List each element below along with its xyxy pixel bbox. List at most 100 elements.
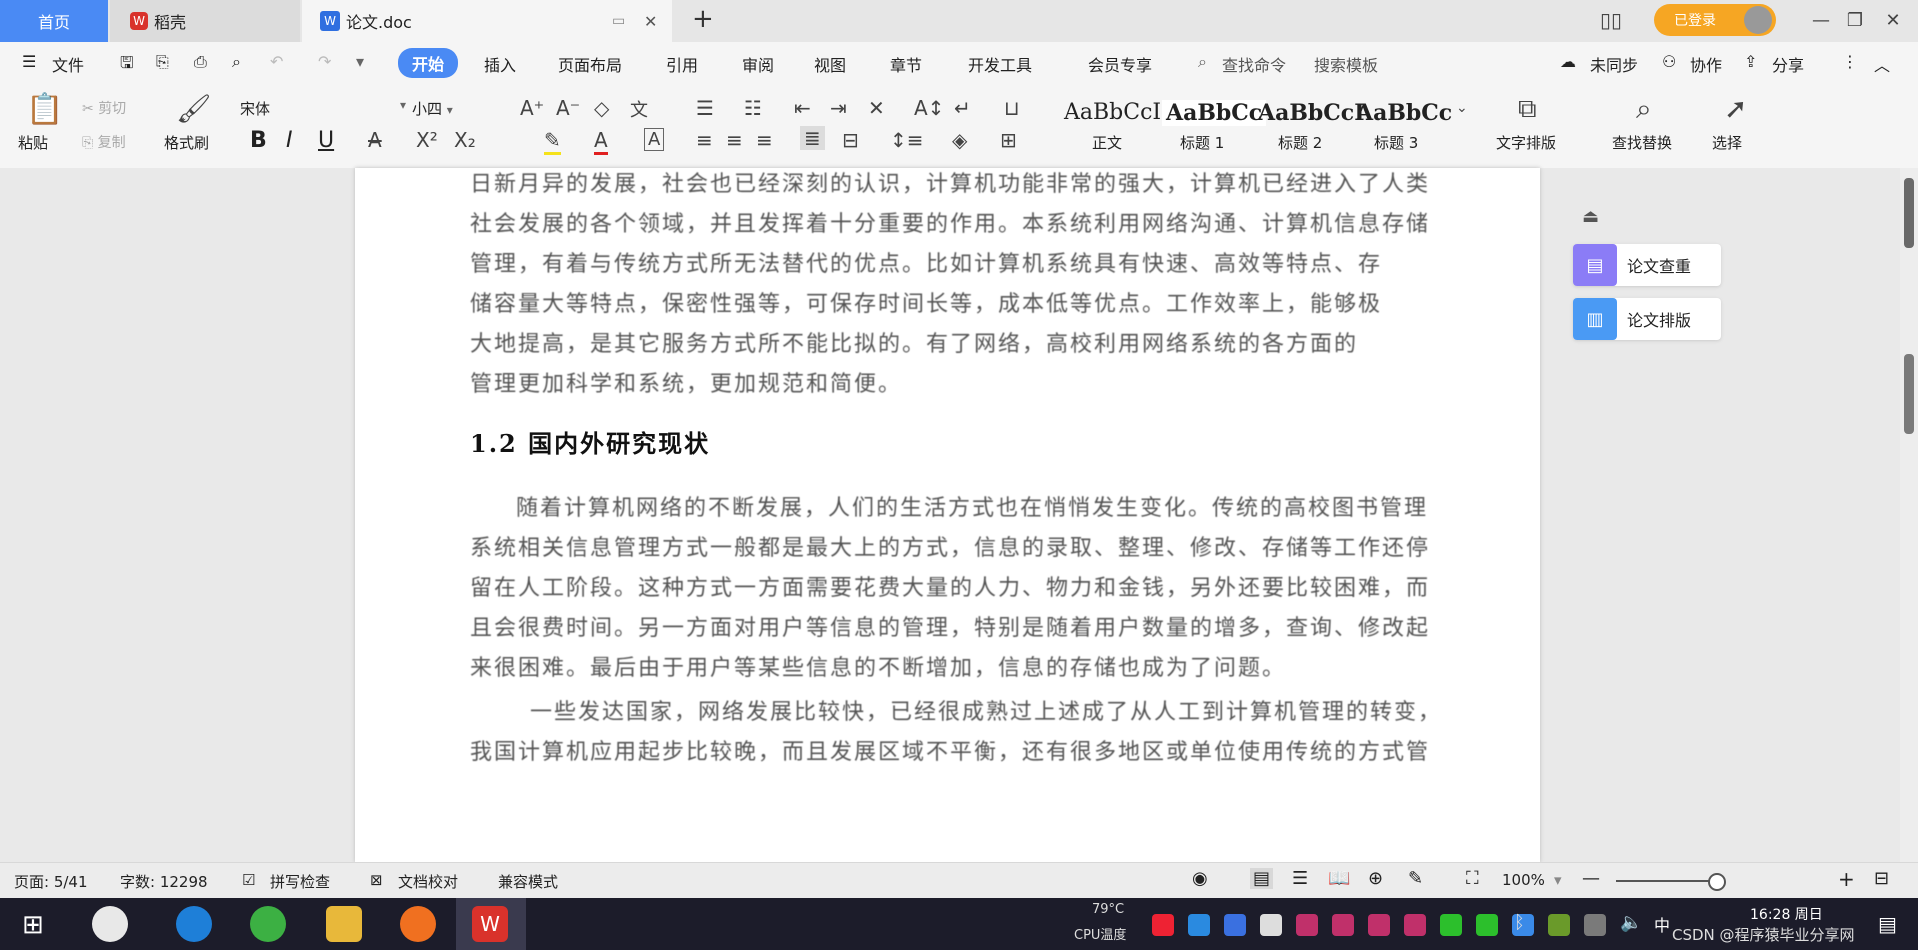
more-options-icon[interactable]: ⋮ xyxy=(1842,52,1858,71)
menu-file[interactable]: 文件 xyxy=(52,52,84,76)
scroll-thumb[interactable] xyxy=(1904,354,1914,434)
restore-icon[interactable]: ❐ xyxy=(1842,8,1868,34)
strikethrough-icon[interactable]: A xyxy=(368,128,382,152)
windows-start-icon[interactable]: ⊞ xyxy=(22,910,44,940)
collaborate[interactable]: 协作 xyxy=(1690,52,1722,76)
wps-taskbar-item[interactable]: W xyxy=(456,898,526,950)
wechat-icon[interactable] xyxy=(1440,914,1462,936)
distributed-icon[interactable]: ⊟ xyxy=(842,128,859,152)
select-icon[interactable]: ➚ xyxy=(1724,92,1747,125)
paste-label[interactable]: 粘贴 xyxy=(18,132,48,153)
web-view-icon[interactable]: ⊕ xyxy=(1368,868,1383,889)
app-icon[interactable] xyxy=(92,906,128,942)
style-h2-label[interactable]: 标题 2 xyxy=(1278,132,1322,153)
redo-icon[interactable]: ↷ xyxy=(318,52,331,71)
style-normal-preview[interactable]: AaBbCcI xyxy=(1064,100,1161,125)
style-h3-preview[interactable]: AaBbCc xyxy=(1356,100,1452,126)
shading-icon[interactable]: ◈ xyxy=(952,128,967,152)
word-count[interactable]: 字数: 12298 xyxy=(120,871,208,892)
show-marks-icon[interactable]: ↵ xyxy=(954,96,971,120)
format-painter-label[interactable]: 格式刷 xyxy=(164,132,209,153)
shrink-font-icon[interactable]: A⁻ xyxy=(556,96,580,120)
find-replace-icon[interactable]: ⌕ xyxy=(1636,92,1652,126)
bold-icon[interactable]: B xyxy=(250,128,267,153)
line-spacing-icon[interactable]: ↕≡ xyxy=(890,128,924,152)
outline-view-icon[interactable]: ☰ xyxy=(1292,868,1308,889)
ime-indicator[interactable]: 中 xyxy=(1654,912,1670,936)
tray-icon[interactable] xyxy=(1188,914,1210,936)
style-h1-preview[interactable]: AaBbCc xyxy=(1162,100,1267,126)
menu-dev-tools[interactable]: 开发工具 xyxy=(968,52,1032,76)
tray-icon[interactable] xyxy=(1368,914,1390,936)
fullscreen-icon[interactable]: ⊟ xyxy=(1874,868,1889,889)
zoom-out-icon[interactable]: — xyxy=(1582,868,1600,889)
panel-collapse-icon[interactable]: ⏏ xyxy=(1582,206,1599,227)
not-synced[interactable]: 未同步 xyxy=(1590,52,1638,76)
ie-browser-icon[interactable] xyxy=(176,906,212,942)
align-center-icon[interactable]: ≡ xyxy=(726,128,743,152)
grow-font-icon[interactable]: A⁺ xyxy=(520,96,544,120)
new-tab-icon[interactable]: + xyxy=(692,4,714,34)
tray-icon[interactable] xyxy=(1152,914,1174,936)
copy-button[interactable]: ⎘ 复制 xyxy=(82,132,126,152)
avatar[interactable] xyxy=(1744,6,1772,34)
volume-icon[interactable]: 🔈 xyxy=(1620,912,1642,933)
paper-layout-button[interactable]: ▥ 论文排版 xyxy=(1573,298,1721,340)
undo-icon[interactable]: ↶ xyxy=(270,52,283,71)
nvidia-icon[interactable] xyxy=(1548,914,1570,936)
tab-document[interactable]: W 论文.doc ▭ ✕ xyxy=(302,0,672,42)
font-name-select[interactable]: 宋体 ▾ xyxy=(240,98,406,119)
font-color-icon[interactable]: A xyxy=(594,128,608,155)
justify-icon[interactable]: ≣ xyxy=(800,126,825,150)
menu-reference[interactable]: 引用 xyxy=(666,52,698,76)
paper-check-button[interactable]: ▤ 论文查重 xyxy=(1573,244,1721,286)
hamburger-icon[interactable]: ☰ xyxy=(22,52,36,71)
styles-more-icon[interactable]: ⌄ xyxy=(1456,100,1468,116)
align-right-icon[interactable]: ≡ xyxy=(756,128,773,152)
subscript-icon[interactable]: X₂ xyxy=(454,128,476,152)
zoom-slider[interactable] xyxy=(1616,880,1716,882)
shield-icon[interactable] xyxy=(1224,914,1246,936)
cut-button[interactable]: ✂ 剪切 xyxy=(82,98,126,118)
share[interactable]: 分享 xyxy=(1772,52,1804,76)
zoom-chevron-icon[interactable]: ▾ xyxy=(1554,871,1562,889)
zoom-level[interactable]: 100% xyxy=(1502,871,1545,889)
scroll-thumb[interactable] xyxy=(1904,178,1914,248)
bullet-list-icon[interactable]: ☰ xyxy=(696,96,714,120)
paragraph-sort-icon[interactable]: A↕ xyxy=(914,96,944,120)
read-view-icon[interactable]: 📖 xyxy=(1328,868,1350,889)
clear-format-icon[interactable]: ◇ xyxy=(594,96,609,120)
tray-icon[interactable] xyxy=(1584,914,1606,936)
tab-home[interactable]: 首页 xyxy=(0,0,108,42)
fit-width-icon[interactable]: ⛶ xyxy=(1466,868,1479,889)
tray-icon[interactable] xyxy=(1296,914,1318,936)
tab-daoke[interactable]: W 稻壳 xyxy=(110,0,300,42)
char-border-icon[interactable]: A xyxy=(644,128,665,151)
more-icon[interactable]: ▾ xyxy=(356,52,364,71)
menu-member[interactable]: 会员专享 xyxy=(1088,52,1152,76)
tray-icon[interactable] xyxy=(1332,914,1354,936)
style-h1-label[interactable]: 标题 1 xyxy=(1180,132,1224,153)
select-label[interactable]: 选择 xyxy=(1712,132,1742,153)
minimize-icon[interactable]: — xyxy=(1808,8,1834,34)
eye-protect-icon[interactable]: ◉ xyxy=(1192,868,1208,889)
clock[interactable]: 16:28 周日 xyxy=(1750,904,1823,924)
search-template[interactable]: 搜索模板 xyxy=(1314,52,1378,76)
numbered-list-icon[interactable]: ☷ xyxy=(744,96,762,120)
search-command[interactable]: 查找命令 xyxy=(1222,52,1286,76)
style-normal-label[interactable]: 正文 xyxy=(1092,132,1122,153)
align-left-icon[interactable]: ≡ xyxy=(696,128,713,152)
highlight-icon[interactable]: ✎ xyxy=(544,128,561,155)
tray-icon[interactable] xyxy=(1404,914,1426,936)
tray-icon[interactable] xyxy=(1476,914,1498,936)
notification-icon[interactable] xyxy=(1260,914,1282,936)
menu-insert[interactable]: 插入 xyxy=(484,52,516,76)
chinese-layout-icon[interactable]: ✕ xyxy=(868,96,885,120)
vertical-scrollbar[interactable] xyxy=(1900,168,1918,862)
italic-icon[interactable]: I xyxy=(286,128,293,153)
style-h3-label[interactable]: 标题 3 xyxy=(1374,132,1418,153)
export-icon[interactable]: ⎘ xyxy=(156,52,169,72)
style-h2-preview[interactable]: AaBbCcI xyxy=(1258,100,1365,126)
close-window-icon[interactable]: ✕ xyxy=(1880,8,1906,34)
text-layout-icon[interactable]: ⧉ xyxy=(1518,94,1537,125)
